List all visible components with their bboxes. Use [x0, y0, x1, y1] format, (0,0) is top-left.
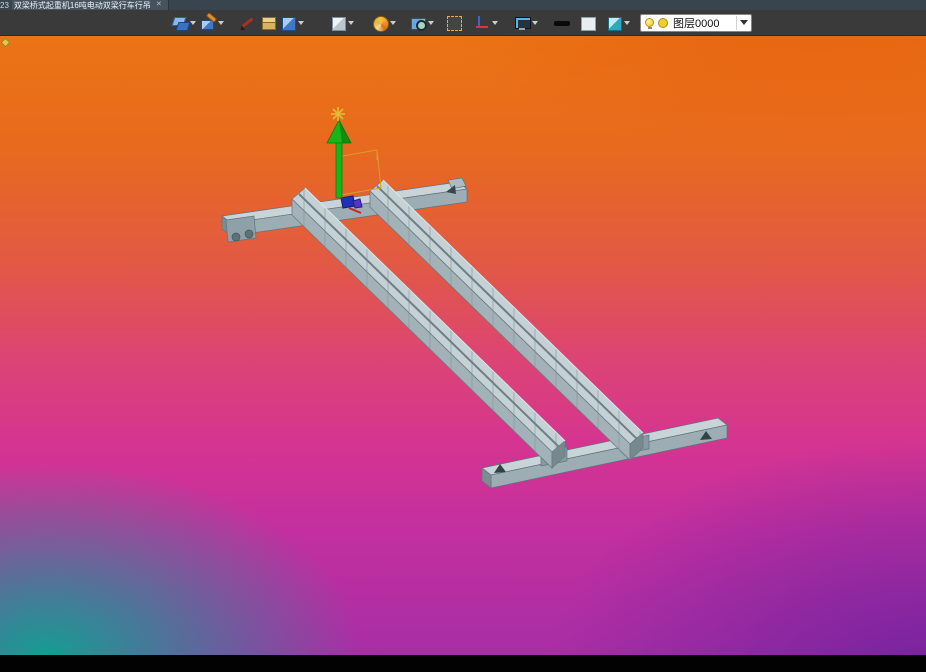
- origin-star-icon: [331, 107, 345, 121]
- material-cube-icon[interactable]: [604, 12, 632, 34]
- main-toolbar: 图层0000: [0, 10, 926, 36]
- line-swatch-black-icon[interactable]: [552, 12, 572, 34]
- crane-3d-model[interactable]: [0, 36, 926, 655]
- layer-color-icon[interactable]: [658, 17, 668, 28]
- marquee-icon-glyph: [446, 15, 462, 31]
- layer-select-value: 图层0000: [673, 17, 720, 30]
- paint-style-icon-glyph: [200, 15, 216, 31]
- package-icon-glyph: [260, 15, 276, 31]
- axes-icon-glyph: [474, 15, 490, 31]
- fill-swatch-light-glyph: [580, 15, 596, 31]
- y-axis-arrow[interactable]: [326, 119, 352, 199]
- layer-select[interactable]: 图层0000: [640, 13, 752, 32]
- 3d-viewport[interactable]: [0, 36, 926, 655]
- dropdown-caret[interactable]: [390, 20, 396, 25]
- cube-light-icon[interactable]: [328, 12, 356, 34]
- zoom-image-icon-glyph: [410, 15, 427, 31]
- marquee-icon[interactable]: [444, 12, 464, 34]
- layer-dropdown-caret[interactable]: [737, 20, 751, 25]
- dropdown-caret[interactable]: [624, 20, 630, 25]
- pen-icon-glyph: [240, 15, 256, 31]
- bulb-icon[interactable]: [645, 18, 654, 29]
- color-wheel-icon-glyph: [372, 15, 389, 32]
- material-cube-icon-glyph: [606, 15, 622, 31]
- tab-close-icon[interactable]: ✕: [156, 0, 162, 10]
- cube-blue-icon[interactable]: [278, 12, 306, 34]
- orbit-icon-glyph: [172, 15, 188, 31]
- orbit-icon[interactable]: [170, 12, 198, 34]
- dropdown-caret[interactable]: [532, 20, 538, 25]
- document-tab-title: 双梁桥式起重机16吨电动双梁行车行吊: [13, 0, 151, 10]
- package-icon[interactable]: [258, 12, 278, 34]
- axes-icon[interactable]: [472, 12, 500, 34]
- title-strip: 23 双梁桥式起重机16吨电动双梁行车行吊 ✕: [0, 0, 926, 10]
- dropdown-caret[interactable]: [492, 20, 498, 25]
- taskbar[interactable]: [0, 655, 926, 672]
- fill-swatch-light-icon[interactable]: [578, 12, 598, 34]
- dropdown-caret[interactable]: [348, 20, 354, 25]
- dropdown-caret[interactable]: [298, 20, 304, 25]
- dropdown-caret[interactable]: [190, 20, 196, 25]
- display-icon-glyph: [514, 15, 531, 31]
- paint-style-icon[interactable]: [198, 12, 226, 34]
- dropdown-caret[interactable]: [218, 20, 224, 25]
- tab-prefix: 23: [0, 0, 9, 10]
- cube-light-icon-glyph: [330, 15, 346, 31]
- color-wheel-icon[interactable]: [370, 12, 398, 34]
- cube-blue-icon-glyph: [280, 15, 296, 31]
- line-swatch-black-glyph: [554, 15, 570, 31]
- document-tab[interactable]: 双梁桥式起重机16吨电动双梁行车行吊 ✕: [11, 0, 169, 10]
- dropdown-caret[interactable]: [428, 20, 434, 25]
- cad-application-window: 23 双梁桥式起重机16吨电动双梁行车行吊 ✕ 图层0000: [0, 0, 926, 672]
- zoom-image-icon[interactable]: [408, 12, 436, 34]
- display-icon[interactable]: [512, 12, 540, 34]
- pen-icon[interactable]: [238, 12, 258, 34]
